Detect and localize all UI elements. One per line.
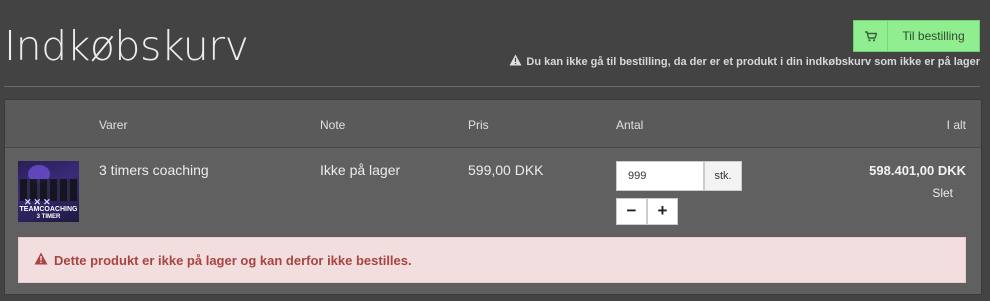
decrement-button[interactable]: − <box>616 198 647 225</box>
checkout-warning: Du kan ikke gå til bestilling, da der er… <box>509 54 980 69</box>
table-row: ✕✕✕ TEAMCOACHING 3 TIMER 3 timers coachi… <box>5 148 981 296</box>
header-price: Pris <box>468 118 489 132</box>
header-quantity: Antal <box>616 118 644 132</box>
product-name[interactable]: 3 timers coaching <box>99 162 209 178</box>
table-header: Varer Note Pris Antal I alt <box>5 100 981 148</box>
row-total: 598.401,00 DKK <box>869 163 966 178</box>
thumbnail-subcaption: 3 TIMER <box>36 214 61 220</box>
alert-text: Dette produkt er ikke på lager og kan de… <box>54 252 412 268</box>
out-of-stock-alert: Dette produkt er ikke på lager og kan de… <box>18 237 966 283</box>
cart-icon <box>854 21 888 51</box>
product-thumbnail[interactable]: ✕✕✕ TEAMCOACHING 3 TIMER <box>18 161 79 222</box>
cart-table: Varer Note Pris Antal I alt ✕✕✕ TEAMCOAC… <box>4 99 982 295</box>
quantity-unit: stk. <box>704 161 742 191</box>
quantity-input[interactable]: 999 <box>616 161 704 191</box>
header-total: I alt <box>946 118 966 132</box>
warning-icon <box>509 54 522 69</box>
product-price: 599,00 DKK <box>468 162 544 178</box>
checkout-button[interactable]: Til bestilling <box>853 20 980 52</box>
checkout-warning-text: Du kan ikke gå til bestilling, da der er… <box>526 55 980 68</box>
header-note: Note <box>320 118 346 132</box>
checkout-button-label: Til bestilling <box>902 29 965 43</box>
increment-button[interactable]: + <box>647 198 678 225</box>
delete-link[interactable]: Slet <box>932 186 953 200</box>
thumbnail-caption: TEAMCOACHING <box>19 206 78 213</box>
header-items: Varer <box>99 118 128 132</box>
divider <box>4 86 980 87</box>
product-note: Ikke på lager <box>320 162 401 178</box>
warning-icon <box>34 252 48 268</box>
page-title: Indkøbskurv <box>4 22 249 70</box>
